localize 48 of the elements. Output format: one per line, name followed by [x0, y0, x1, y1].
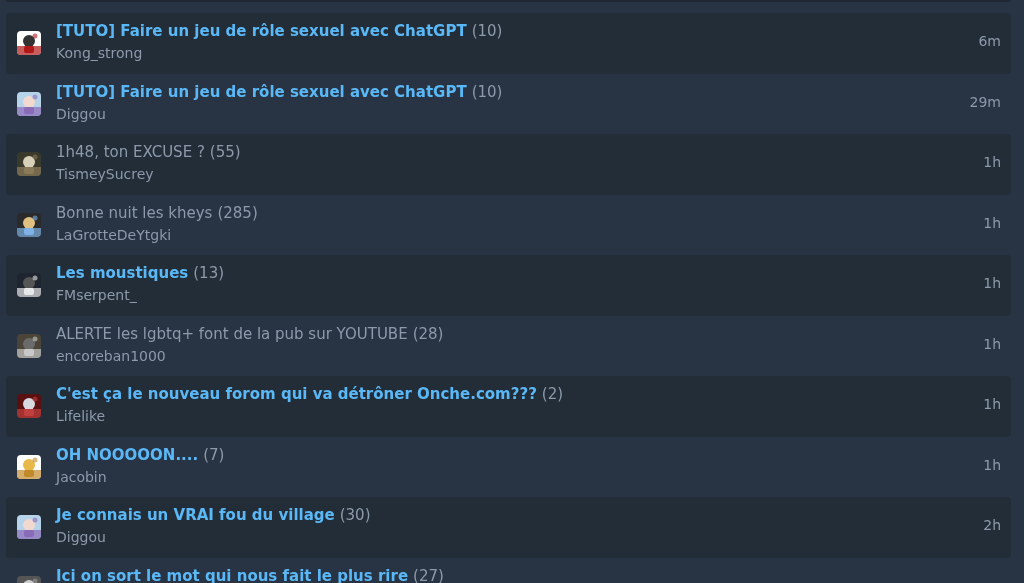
topic-title[interactable]: Je connais un VRAI fou du village	[56, 506, 335, 524]
topic-row[interactable]: Je connais un VRAI fou du village (30) Diggou 2h	[6, 497, 1011, 558]
author-name: LaGrotteDeYtgki	[56, 225, 172, 244]
topic-row[interactable]: Bonne nuit les kheys (285) LaGrotteDeYtgki 1h	[6, 194, 1011, 255]
topic-row[interactable]: 1h48, ton EXCUSE ? (55) TismeySucrey 1h	[6, 134, 1011, 195]
reply-count: (30)	[339, 506, 371, 524]
author-name: Kong_strong	[56, 44, 143, 62]
author-name: encoreban1000	[56, 346, 166, 365]
author-name: Jacobin	[56, 467, 107, 486]
topic-row[interactable]: Les moustiques (13) FMserpent_ 1h	[6, 255, 1011, 316]
topic-title[interactable]: C'est ça le nouveau forom qui va détrôner Onche.com???	[56, 385, 537, 403]
topic-row[interactable]: C'est ça le nouveau forom qui va détrôner Onche.com??? (2) Lifelike 1h	[6, 376, 1011, 437]
author-name: Diggou	[56, 104, 106, 123]
topic-time: 1h	[983, 214, 1001, 231]
author-name: Lifelike	[56, 407, 106, 425]
author-name: FMserpent_	[56, 286, 137, 304]
reply-count: (7)	[203, 445, 225, 464]
topic-row[interactable]: [TUTO] Faire un jeu de rôle sexuel avec ChatGPT (10) Diggou 29m	[6, 73, 1011, 134]
topic-row[interactable]: OH NOOOOON.... (7) Jacobin 1h	[6, 436, 1011, 497]
reply-count: (27)	[413, 566, 444, 583]
topic-row[interactable]: Ici on sort le mot qui nous fait le plus rire (27)	[6, 557, 1011, 583]
topic-row[interactable]: ALERTE les lgbtq+ font de la pub sur YOUTUBE (28) encoreban1000 1h	[6, 315, 1011, 376]
author-name: TismeySucrey	[56, 165, 154, 183]
topic-time: 2h	[983, 517, 1001, 533]
reply-count: (13)	[193, 264, 225, 282]
topic-time: 1h	[983, 275, 1001, 291]
reply-count: (55)	[209, 143, 241, 161]
topic-row[interactable]: [TUTO] Faire un jeu de rôle sexuel avec ChatGPT (10) Kong_strong 6m	[6, 13, 1011, 74]
topic-time: 1h	[983, 456, 1001, 473]
topic-time: 1h	[983, 396, 1001, 412]
topic-title[interactable]: OH NOOOOON....	[56, 445, 199, 464]
topic-title[interactable]: [TUTO] Faire un jeu de rôle sexuel avec ChatGPT	[56, 22, 467, 40]
topic-time: 29m	[969, 93, 1001, 110]
reply-count: (285)	[217, 203, 258, 222]
topic-title[interactable]: 1h48, ton EXCUSE ?	[56, 143, 205, 161]
topic-title[interactable]: Les moustiques	[56, 264, 189, 282]
topic-title[interactable]: Ici on sort le mot qui nous fait le plus rire	[56, 566, 409, 583]
topic-time: 1h	[983, 335, 1001, 352]
topic-title[interactable]: [TUTO] Faire un jeu de rôle sexuel avec ChatGPT	[56, 82, 467, 101]
topic-title[interactable]: ALERTE les lgbtq+ font de la pub sur YOUTUBE	[56, 324, 408, 343]
reply-count: (2)	[541, 385, 564, 403]
author-name: Diggou	[56, 528, 106, 546]
topic-time: 6m	[978, 33, 1001, 49]
reply-count: (10)	[471, 82, 503, 101]
topic-time: 1h	[983, 154, 1001, 170]
reply-count: (28)	[412, 324, 444, 343]
reply-count: (10)	[471, 22, 503, 40]
topic-title[interactable]: Bonne nuit les kheys	[56, 203, 213, 222]
